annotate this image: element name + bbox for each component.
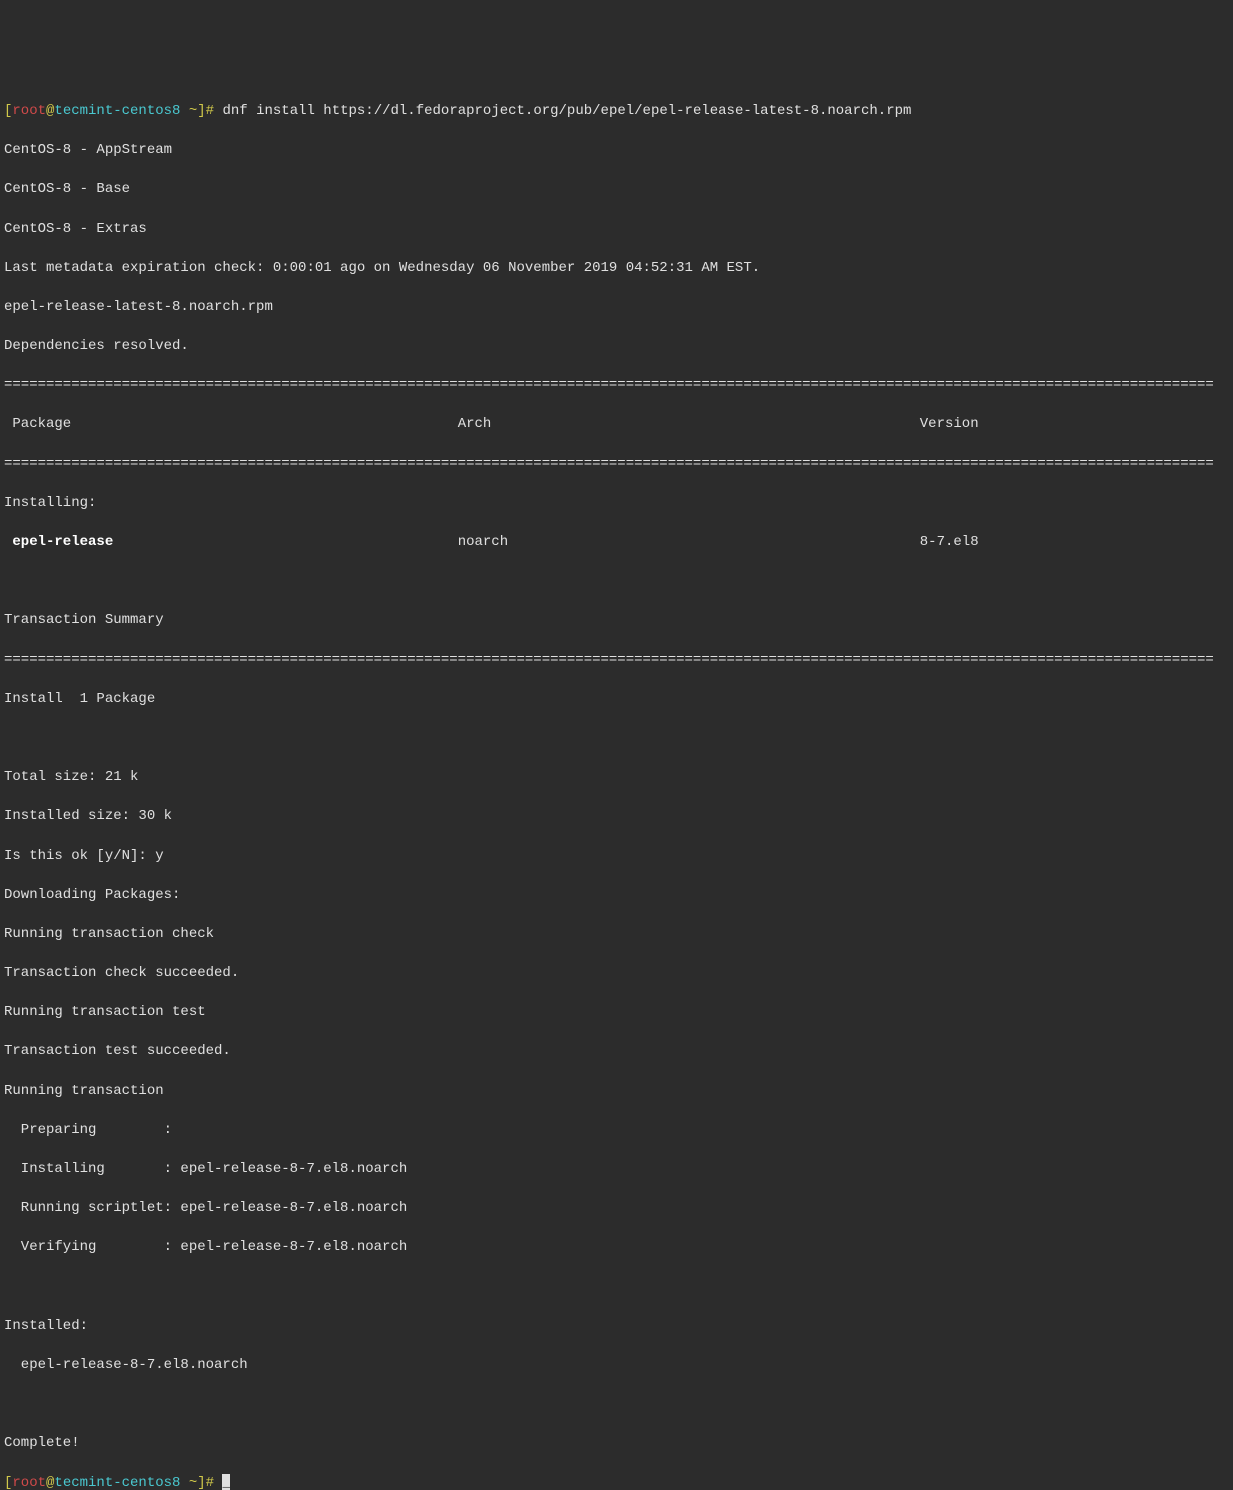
repo-appstream: CentOS-8 - AppStream — [4, 141, 1229, 161]
repo-extras: CentOS-8 - Extras — [4, 220, 1229, 240]
preparing-step: Preparing : — [4, 1121, 1229, 1141]
prompt-at-2: @ — [46, 1475, 54, 1490]
divider-bottom: ========================================… — [4, 651, 1229, 671]
package-version: 8-7.el8 — [920, 534, 979, 550]
command-text-2 — [214, 1475, 222, 1490]
prompt-user: root — [12, 103, 46, 119]
header-version: Version — [920, 416, 979, 432]
package-row: epel-release noarch 8-7.el8 — [4, 533, 1229, 553]
install-count: Install 1 Package — [4, 690, 1229, 710]
complete-msg: Complete! — [4, 1434, 1229, 1454]
metadata-check: Last metadata expiration check: 0:00:01 … — [4, 259, 1229, 279]
repo-base: CentOS-8 - Base — [4, 180, 1229, 200]
prompt-tilde-2: ~ — [189, 1475, 197, 1490]
test-succeeded: Transaction test succeeded. — [4, 1042, 1229, 1062]
run-trans-check: Running transaction check — [4, 925, 1229, 945]
prompt-line-2[interactable]: [root@tecmint-centos8 ~]# _ — [4, 1474, 1229, 1490]
divider-mid: ========================================… — [4, 455, 1229, 475]
prompt-line-1[interactable]: [root@tecmint-centos8 ~]# dnf install ht… — [4, 102, 1229, 122]
downloading-packages: Downloading Packages: — [4, 886, 1229, 906]
transaction-summary: Transaction Summary — [4, 611, 1229, 631]
bracket-open-2: [ — [4, 1475, 12, 1490]
cursor-icon: _ — [222, 1474, 230, 1490]
prompt-host-2: tecmint-centos8 — [54, 1475, 180, 1490]
package-arch: noarch — [458, 534, 508, 550]
run-trans-test: Running transaction test — [4, 1003, 1229, 1023]
prompt-host: tecmint-centos8 — [54, 103, 180, 119]
deps-resolved: Dependencies resolved. — [4, 337, 1229, 357]
total-size: Total size: 21 k — [4, 768, 1229, 788]
installing-step: Installing : epel-release-8-7.el8.noarch — [4, 1160, 1229, 1180]
blank-3 — [4, 1278, 1229, 1298]
verifying-step: Verifying : epel-release-8-7.el8.noarch — [4, 1238, 1229, 1258]
installed-pkg: epel-release-8-7.el8.noarch — [4, 1356, 1229, 1376]
prompt-tilde: ~ — [189, 103, 197, 119]
check-succeeded: Transaction check succeeded. — [4, 964, 1229, 984]
header-package: Package — [4, 416, 71, 432]
installing-label: Installing: — [4, 494, 1229, 514]
installed-label: Installed: — [4, 1317, 1229, 1337]
blank-2 — [4, 729, 1229, 749]
package-name: epel-release — [4, 534, 113, 550]
divider-top: ========================================… — [4, 376, 1229, 396]
rpm-filename: epel-release-latest-8.noarch.rpm — [4, 298, 1229, 318]
blank-1 — [4, 572, 1229, 592]
header-arch: Arch — [458, 416, 492, 432]
scriptlet-step: Running scriptlet: epel-release-8-7.el8.… — [4, 1199, 1229, 1219]
blank-4 — [4, 1395, 1229, 1415]
prompt-user-2: root — [12, 1475, 46, 1490]
terminal-output[interactable]: [root@tecmint-centos8 ~]# dnf install ht… — [4, 82, 1229, 1490]
run-transaction: Running transaction — [4, 1082, 1229, 1102]
confirm-prompt: Is this ok [y/N]: y — [4, 847, 1229, 867]
bracket-close-2: ]# — [197, 1475, 214, 1490]
installed-size: Installed size: 30 k — [4, 807, 1229, 827]
bracket-close: ]# — [197, 103, 214, 119]
header-row: Package Arch Version — [4, 415, 1229, 435]
command-text: dnf install https://dl.fedoraproject.org… — [214, 103, 911, 119]
